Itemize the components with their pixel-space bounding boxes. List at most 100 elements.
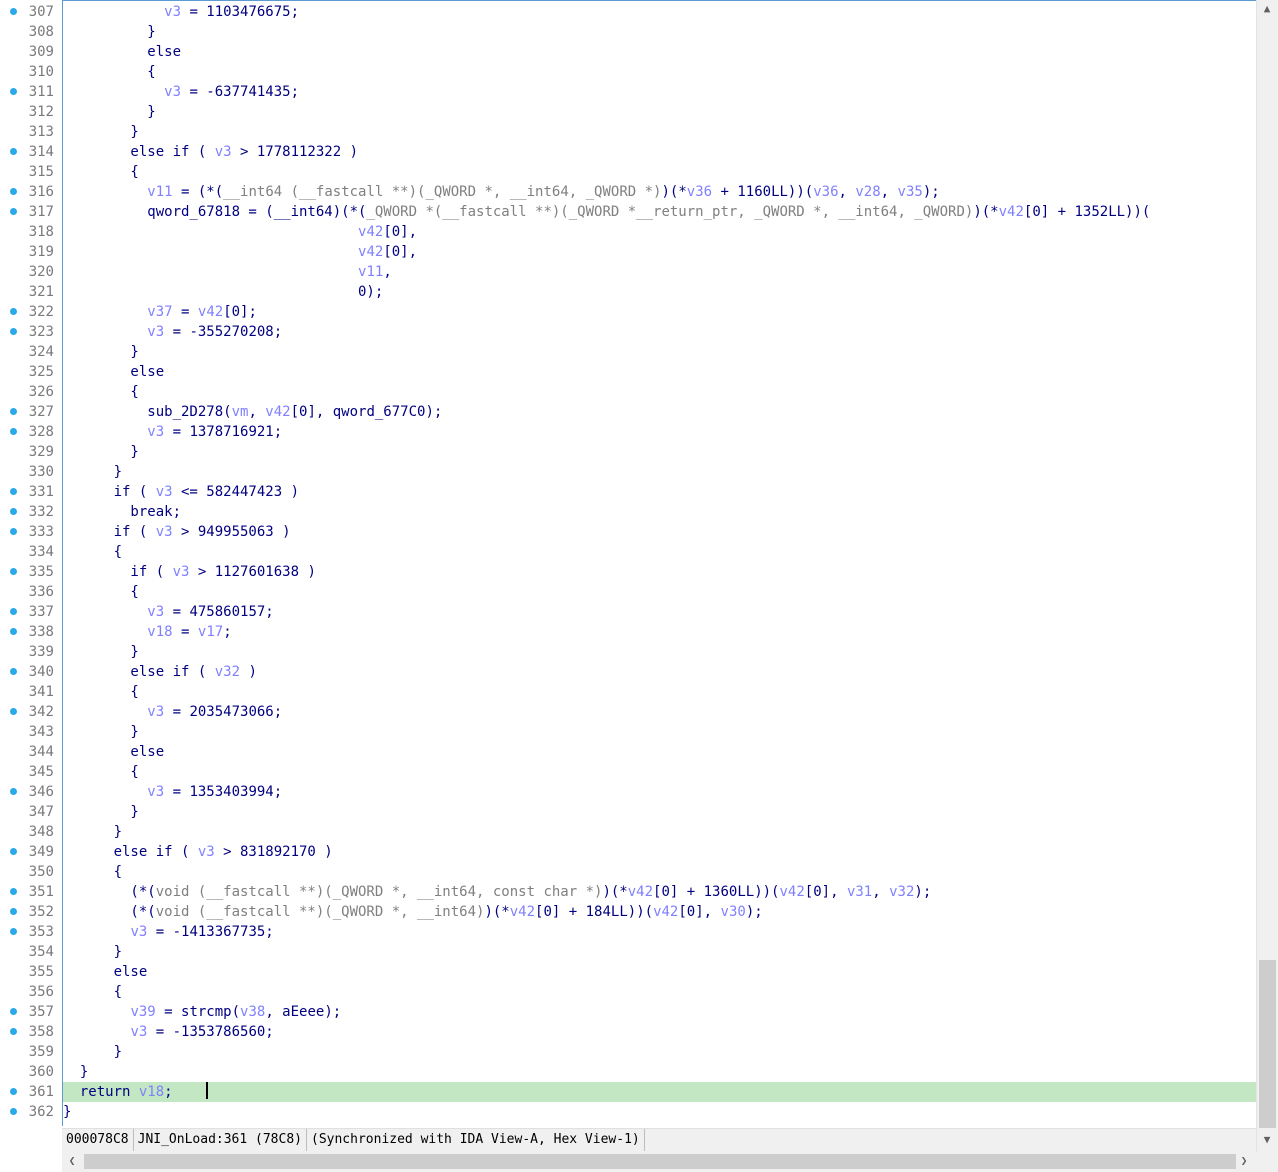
- code-row[interactable]: 345 {: [0, 762, 1256, 782]
- breakpoint-dot-icon[interactable]: [10, 308, 17, 315]
- code-line[interactable]: }: [63, 122, 1256, 142]
- breakpoint-dot-icon[interactable]: [10, 1088, 17, 1095]
- code-line[interactable]: 0);: [63, 282, 1256, 302]
- code-row[interactable]: 341 {: [0, 682, 1256, 702]
- breakpoint-dot-icon[interactable]: [10, 208, 17, 215]
- code-line[interactable]: {: [63, 382, 1256, 402]
- code-line[interactable]: }: [63, 1042, 1256, 1062]
- code-line[interactable]: v11,: [63, 262, 1256, 282]
- code-line[interactable]: }: [63, 942, 1256, 962]
- breakpoint-dot-icon[interactable]: [10, 8, 17, 15]
- breakpoint-dot-icon[interactable]: [10, 528, 17, 535]
- code-row[interactable]: 329 }: [0, 442, 1256, 462]
- code-row[interactable]: 314 else if ( v3 > 1778112322 ): [0, 142, 1256, 162]
- code-line[interactable]: }: [63, 22, 1256, 42]
- code-line[interactable]: (*(void (__fastcall **)(_QWORD *, __int6…: [63, 882, 1256, 902]
- code-row[interactable]: 309 else: [0, 42, 1256, 62]
- vertical-scroll-thumb[interactable]: [1259, 960, 1276, 1128]
- code-row[interactable]: 355 else: [0, 962, 1256, 982]
- code-row[interactable]: 360 }: [0, 1062, 1256, 1082]
- code-row[interactable]: 357 v39 = strcmp(v38, aEeee);: [0, 1002, 1256, 1022]
- vertical-scrollbar[interactable]: ▲ ▼: [1256, 0, 1278, 1152]
- scroll-left-icon[interactable]: ❮: [62, 1154, 82, 1168]
- code-row[interactable]: 358 v3 = -1353786560;: [0, 1022, 1256, 1042]
- code-row[interactable]: 340 else if ( v32 ): [0, 662, 1256, 682]
- breakpoint-dot-icon[interactable]: [10, 1108, 17, 1115]
- code-row[interactable]: 317 qword_67818 = (__int64)(*(_QWORD *(_…: [0, 202, 1256, 222]
- code-line[interactable]: }: [63, 462, 1256, 482]
- code-row[interactable]: 336 {: [0, 582, 1256, 602]
- code-line[interactable]: v3 = 2035473066;: [63, 702, 1256, 722]
- breakpoint-dot-icon[interactable]: [10, 148, 17, 155]
- code-line[interactable]: return v18;: [63, 1082, 1256, 1102]
- breakpoint-dot-icon[interactable]: [10, 88, 17, 95]
- code-row[interactable]: 361 return v18;: [0, 1082, 1256, 1102]
- scroll-up-icon[interactable]: ▲: [1257, 2, 1277, 16]
- breakpoint-dot-icon[interactable]: [10, 188, 17, 195]
- code-line[interactable]: {: [63, 162, 1256, 182]
- code-row[interactable]: 332 break;: [0, 502, 1256, 522]
- breakpoint-dot-icon[interactable]: [10, 908, 17, 915]
- code-line[interactable]: v3 = -1413367735;: [63, 922, 1256, 942]
- code-line[interactable]: (*(void (__fastcall **)(_QWORD *, __int6…: [63, 902, 1256, 922]
- breakpoint-dot-icon[interactable]: [10, 888, 17, 895]
- code-line[interactable]: {: [63, 62, 1256, 82]
- breakpoint-dot-icon[interactable]: [10, 428, 17, 435]
- code-line[interactable]: else if ( v3 > 1778112322 ): [63, 142, 1256, 162]
- code-line[interactable]: }: [63, 722, 1256, 742]
- code-row[interactable]: 328 v3 = 1378716921;: [0, 422, 1256, 442]
- breakpoint-dot-icon[interactable]: [10, 1028, 17, 1035]
- code-row[interactable]: 342 v3 = 2035473066;: [0, 702, 1256, 722]
- code-row[interactable]: 362}: [0, 1102, 1256, 1122]
- code-line[interactable]: }: [63, 642, 1256, 662]
- breakpoint-dot-icon[interactable]: [10, 668, 17, 675]
- code-line[interactable]: v18 = v17;: [63, 622, 1256, 642]
- code-line[interactable]: }: [63, 802, 1256, 822]
- code-line[interactable]: {: [63, 762, 1256, 782]
- code-line[interactable]: else: [63, 42, 1256, 62]
- code-line[interactable]: {: [63, 682, 1256, 702]
- code-row[interactable]: 331 if ( v3 <= 582447423 ): [0, 482, 1256, 502]
- breakpoint-dot-icon[interactable]: [10, 848, 17, 855]
- horizontal-scrollbar[interactable]: ❮ ❯: [62, 1151, 1256, 1172]
- code-line[interactable]: {: [63, 982, 1256, 1002]
- code-row[interactable]: 312 }: [0, 102, 1256, 122]
- code-row[interactable]: 330 }: [0, 462, 1256, 482]
- code-line[interactable]: v3 = 1103476675;: [63, 2, 1256, 22]
- code-row[interactable]: 307 v3 = 1103476675;: [0, 2, 1256, 22]
- code-row[interactable]: 337 v3 = 475860157;: [0, 602, 1256, 622]
- breakpoint-dot-icon[interactable]: [10, 1008, 17, 1015]
- breakpoint-dot-icon[interactable]: [10, 328, 17, 335]
- code-row[interactable]: 318 v42[0],: [0, 222, 1256, 242]
- code-row[interactable]: 346 v3 = 1353403994;: [0, 782, 1256, 802]
- code-row[interactable]: 335 if ( v3 > 1127601638 ): [0, 562, 1256, 582]
- code-row[interactable]: 316 v11 = (*(__int64 (__fastcall **)(_QW…: [0, 182, 1256, 202]
- code-line[interactable]: if ( v3 > 949955063 ): [63, 522, 1256, 542]
- breakpoint-dot-icon[interactable]: [10, 928, 17, 935]
- code-row[interactable]: 334 {: [0, 542, 1256, 562]
- horizontal-scroll-thumb[interactable]: [84, 1154, 1236, 1169]
- code-line[interactable]: v3 = -355270208;: [63, 322, 1256, 342]
- scroll-down-icon[interactable]: ▼: [1257, 1133, 1277, 1147]
- code-line[interactable]: v39 = strcmp(v38, aEeee);: [63, 1002, 1256, 1022]
- code-row[interactable]: 354 }: [0, 942, 1256, 962]
- code-row[interactable]: 311 v3 = -637741435;: [0, 82, 1256, 102]
- code-row[interactable]: 344 else: [0, 742, 1256, 762]
- code-row[interactable]: 323 v3 = -355270208;: [0, 322, 1256, 342]
- code-row[interactable]: 350 {: [0, 862, 1256, 882]
- code-line[interactable]: }: [63, 822, 1256, 842]
- code-row[interactable]: 321 0);: [0, 282, 1256, 302]
- code-line[interactable]: break;: [63, 502, 1256, 522]
- code-row[interactable]: 310 {: [0, 62, 1256, 82]
- code-row[interactable]: 353 v3 = -1413367735;: [0, 922, 1256, 942]
- breakpoint-dot-icon[interactable]: [10, 628, 17, 635]
- code-line[interactable]: v3 = -1353786560;: [63, 1022, 1256, 1042]
- code-row[interactable]: 359 }: [0, 1042, 1256, 1062]
- code-line[interactable]: {: [63, 862, 1256, 882]
- code-line[interactable]: }: [63, 1102, 1256, 1122]
- code-line[interactable]: v37 = v42[0];: [63, 302, 1256, 322]
- breakpoint-dot-icon[interactable]: [10, 508, 17, 515]
- code-line[interactable]: if ( v3 <= 582447423 ): [63, 482, 1256, 502]
- code-line[interactable]: v3 = 1378716921;: [63, 422, 1256, 442]
- code-row[interactable]: 320 v11,: [0, 262, 1256, 282]
